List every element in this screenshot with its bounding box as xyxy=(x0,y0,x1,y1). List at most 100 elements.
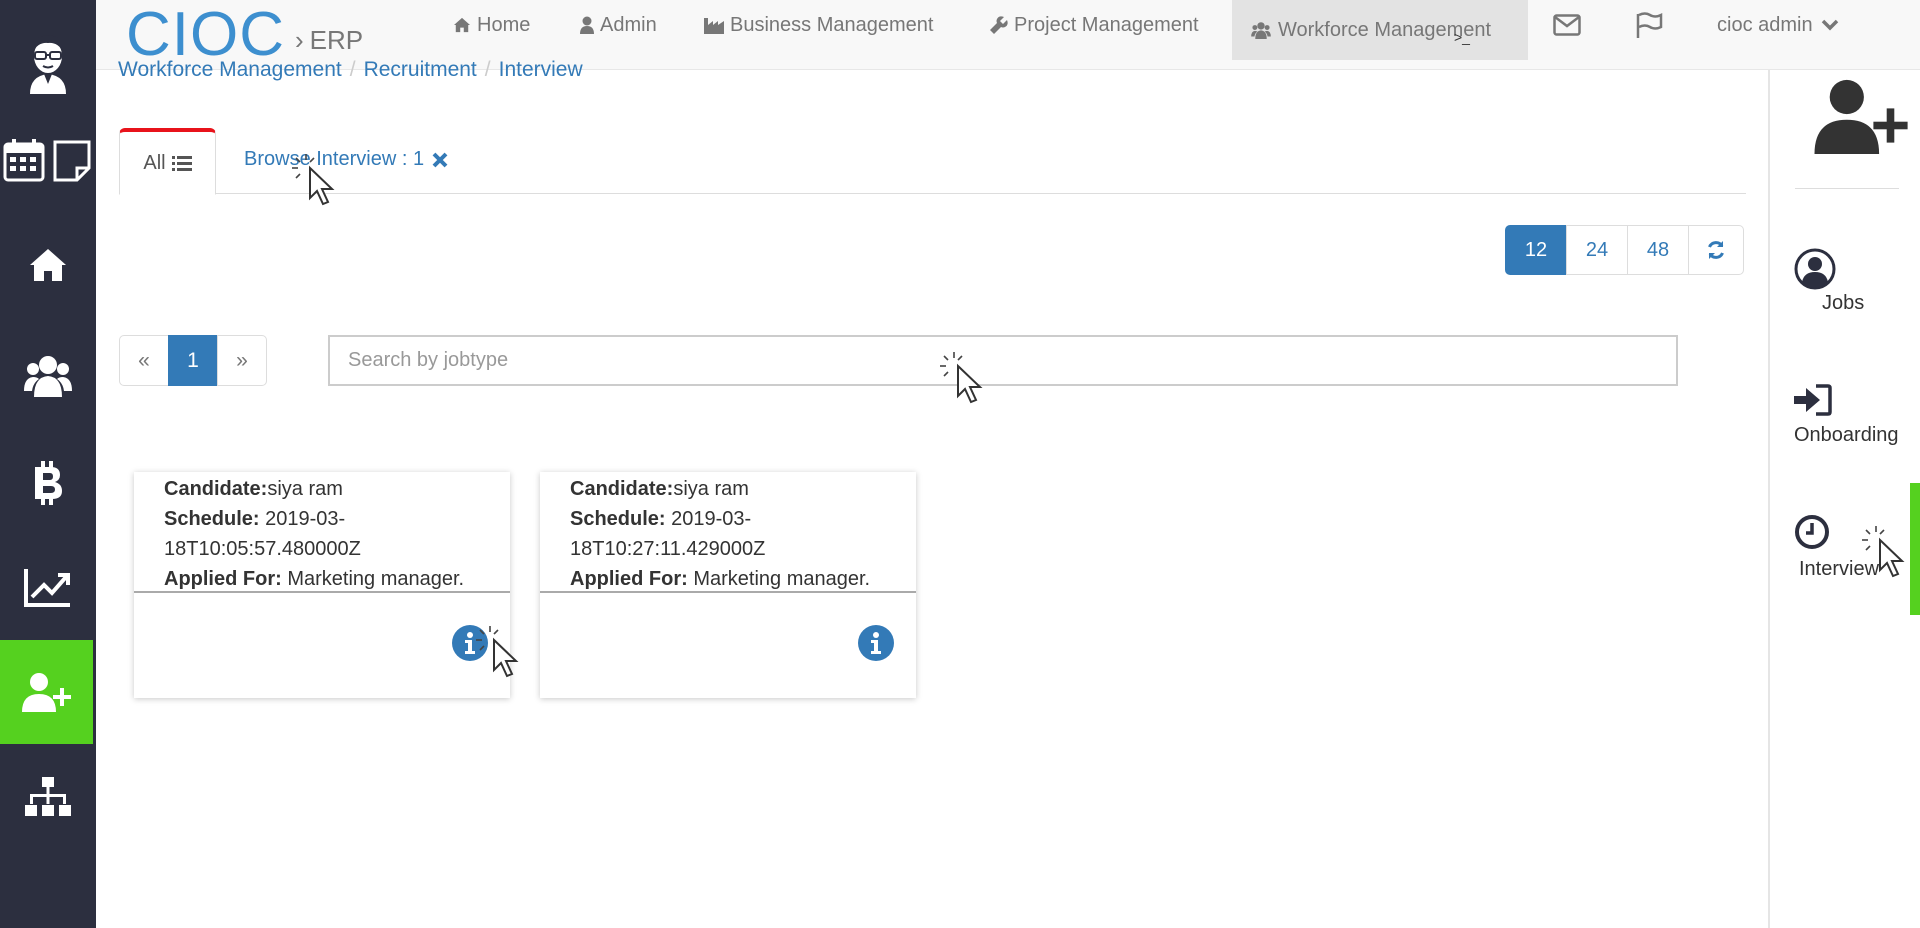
notifications-button[interactable] xyxy=(1635,0,1669,50)
close-icon[interactable] xyxy=(432,152,448,168)
schedule-value: 2019-03- xyxy=(265,508,346,530)
chart-line-icon xyxy=(24,569,70,607)
busy-cursor-icon xyxy=(940,352,983,404)
schedule-label: Schedule: xyxy=(164,508,260,530)
applied-value: Marketing manager. xyxy=(287,568,465,590)
applied-label: Applied For: xyxy=(570,568,688,590)
user-icon xyxy=(580,16,594,34)
sidebar-item-workforce[interactable] xyxy=(0,640,93,744)
brand-separator: › xyxy=(295,24,304,55)
schedule-value: 2019-03- xyxy=(671,508,752,530)
terminal-icon[interactable]: >_ xyxy=(1454,27,1470,47)
user-circle-icon xyxy=(1794,248,1836,290)
candidate-label: Candidate: xyxy=(164,478,268,500)
wrench-icon xyxy=(990,16,1008,34)
candidate-name: siya ram xyxy=(673,478,749,500)
sitemap-icon xyxy=(25,777,71,816)
interview-card: Candidate:siya ram Schedule: 2019-03- 18… xyxy=(134,472,510,698)
interview-card: Candidate:siya ram Schedule: 2019-03- 18… xyxy=(540,472,916,698)
avatar-icon xyxy=(30,35,66,94)
schedule-label: Schedule: xyxy=(570,508,666,530)
flag-icon xyxy=(1636,12,1663,38)
nav-business-management[interactable]: Business Management xyxy=(704,0,933,50)
info-icon xyxy=(465,632,475,654)
info-icon xyxy=(871,632,881,654)
nav-home-label: Home xyxy=(477,13,531,36)
users-icon xyxy=(24,356,72,397)
user-plus-icon xyxy=(1814,79,1908,154)
panel-item-interview[interactable]: Interview xyxy=(1794,514,1879,580)
busy-cursor-icon xyxy=(292,154,335,206)
panel-item-jobs[interactable]: Jobs xyxy=(1794,248,1864,314)
tab-bar: All Browse Interview : 1 xyxy=(119,126,1746,195)
page-size-48[interactable]: 48 xyxy=(1627,225,1689,275)
sidebar-item-calendar-notes[interactable] xyxy=(0,135,96,185)
mail-button[interactable] xyxy=(1553,0,1587,50)
bitcoin-icon xyxy=(35,461,62,505)
brand-subtitle: ERP xyxy=(309,24,364,55)
pagination-prev[interactable]: « xyxy=(119,335,169,386)
user-plus-icon xyxy=(21,673,71,712)
list-icon xyxy=(171,156,192,171)
breadcrumb-item[interactable]: Interview xyxy=(499,58,583,81)
card-body: Candidate:siya ram Schedule: 2019-03- 18… xyxy=(540,472,916,592)
breadcrumb-item[interactable]: Recruitment xyxy=(364,58,477,81)
refresh-button[interactable] xyxy=(1688,225,1744,275)
users-icon xyxy=(1251,22,1271,39)
sidebar-item-home[interactable] xyxy=(0,242,96,288)
tab-all-label: All xyxy=(143,151,166,174)
avatar[interactable] xyxy=(0,28,96,96)
chevron-down-icon xyxy=(1821,19,1838,31)
home-icon xyxy=(30,249,66,281)
panel-item-label: Jobs xyxy=(1822,292,1865,314)
calendar-icon xyxy=(3,139,91,182)
schedule-value-cont: 18T10:05:57.480000Z xyxy=(164,538,361,560)
breadcrumb-item[interactable]: Workforce Management xyxy=(118,58,342,81)
busy-cursor-icon xyxy=(1862,526,1905,578)
page-size-24[interactable]: 24 xyxy=(1566,225,1628,275)
sidebar-item-finance[interactable] xyxy=(0,458,96,508)
add-user-button[interactable] xyxy=(1814,78,1910,160)
schedule-value-cont: 18T10:27:11.429000Z xyxy=(570,538,766,560)
clock-icon xyxy=(1795,515,1829,549)
right-panel: Jobs Onboarding Interview xyxy=(1768,70,1920,928)
refresh-icon xyxy=(1708,241,1724,259)
panel-item-label: Onboarding xyxy=(1794,424,1899,446)
search-input[interactable] xyxy=(328,335,1678,386)
nav-admin-label: Admin xyxy=(600,13,657,36)
applied-value: Marketing manager. xyxy=(693,568,871,590)
panel-item-onboarding[interactable]: Onboarding xyxy=(1794,384,1899,446)
busy-cursor-icon xyxy=(476,626,519,678)
tab-all[interactable]: All xyxy=(119,128,216,195)
pagination: « 1 » xyxy=(119,335,267,386)
nav-home[interactable]: Home xyxy=(453,0,530,50)
nav-project-management[interactable]: Project Management xyxy=(990,0,1199,50)
brand-logo: CIOC xyxy=(126,0,285,69)
page-size-12[interactable]: 12 xyxy=(1505,225,1567,275)
candidate-name: siya ram xyxy=(267,478,343,500)
card-body: Candidate:siya ram Schedule: 2019-03- 18… xyxy=(134,472,510,592)
applied-label: Applied For: xyxy=(164,568,282,590)
nav-project-label: Project Management xyxy=(1014,13,1199,36)
breadcrumb: Workforce Management / Recruitment / Intervi… xyxy=(118,58,583,81)
pagination-page-1[interactable]: 1 xyxy=(168,335,218,386)
nav-workforce-management[interactable]: Workforce Management xyxy=(1232,0,1528,60)
user-menu[interactable]: cioc admin xyxy=(1717,0,1845,50)
envelope-icon xyxy=(1553,14,1581,36)
nav-business-label: Business Management xyxy=(730,13,934,36)
card-footer xyxy=(134,591,510,698)
sidebar-item-analytics[interactable] xyxy=(0,562,96,612)
card-footer xyxy=(540,591,916,698)
industry-icon xyxy=(704,18,724,34)
sign-in-icon xyxy=(1794,384,1832,416)
user-menu-label: cioc admin xyxy=(1717,13,1813,36)
page-size-group: 12 24 48 xyxy=(1505,225,1744,275)
sidebar-item-organization[interactable] xyxy=(0,775,96,819)
info-button[interactable] xyxy=(858,625,894,661)
nav-admin[interactable]: Admin xyxy=(580,0,657,50)
divider xyxy=(1795,188,1899,189)
pagination-next[interactable]: » xyxy=(217,335,267,386)
sidebar-item-people[interactable] xyxy=(0,350,96,400)
left-sidebar xyxy=(0,0,96,928)
candidate-label: Candidate: xyxy=(570,478,674,500)
